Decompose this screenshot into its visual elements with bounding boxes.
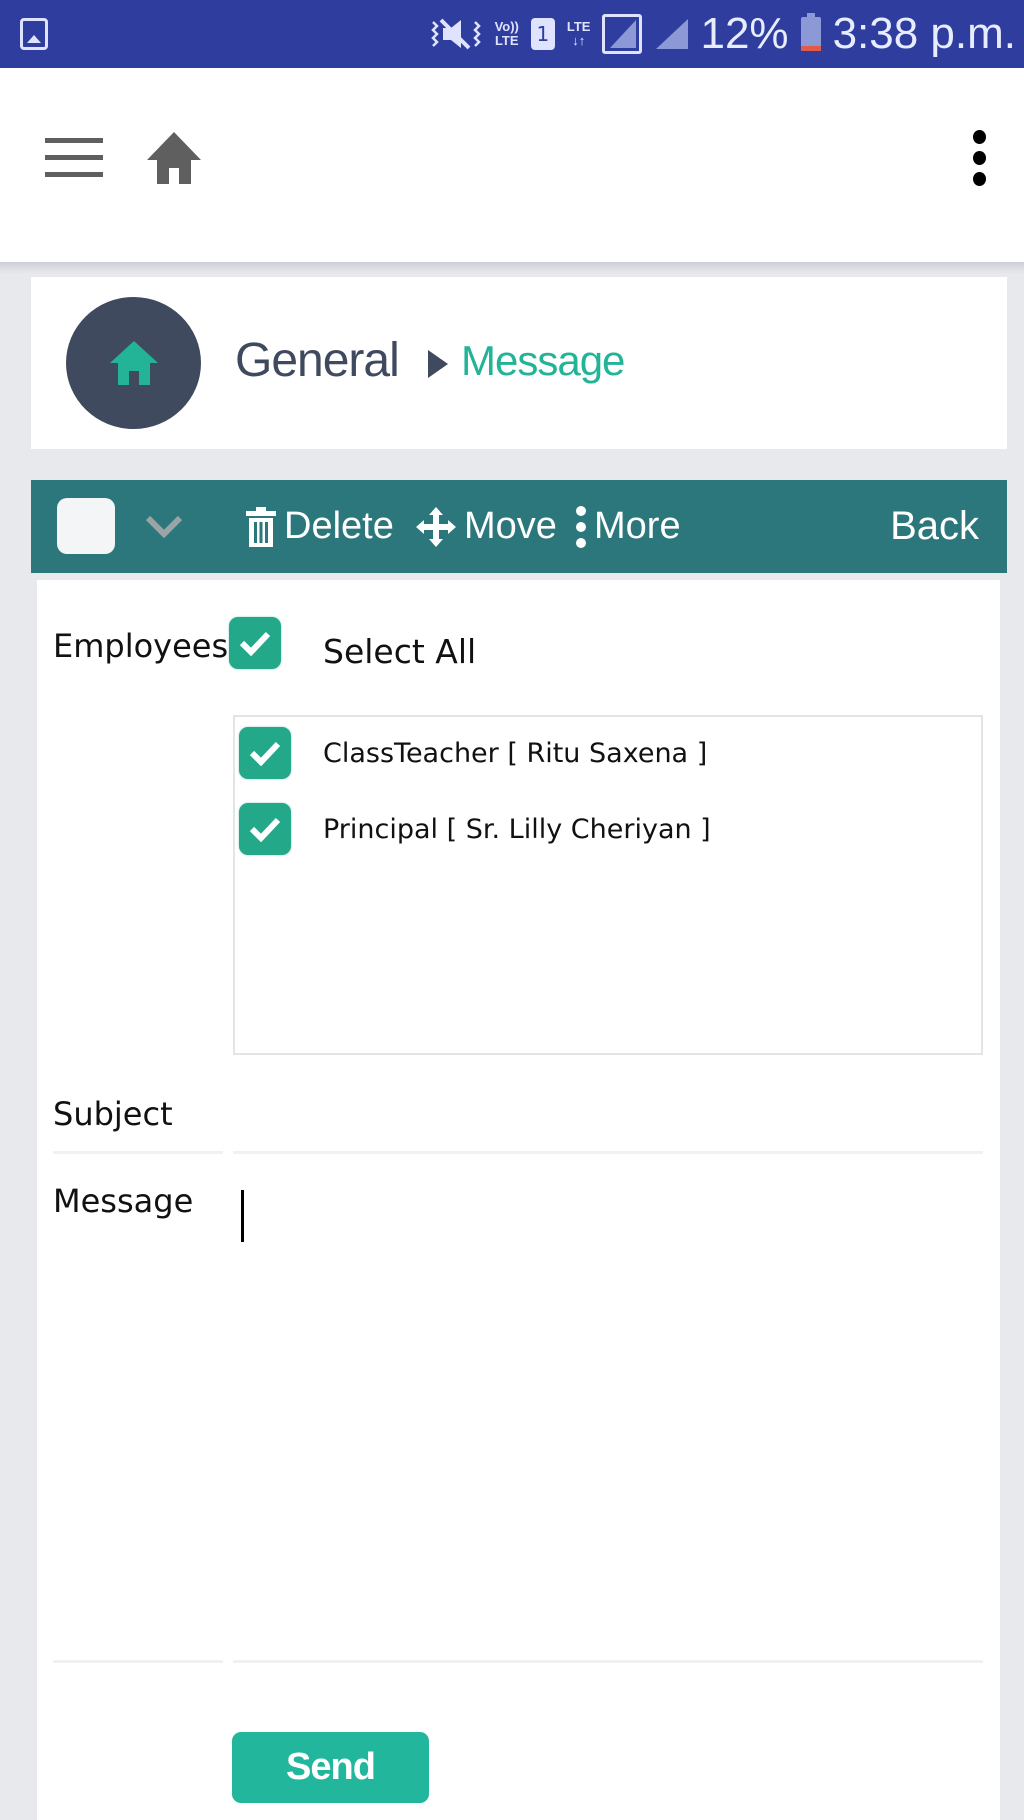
hamburger-icon[interactable] [45,138,103,178]
volte-bottom-label: LTE [494,33,519,48]
lte-label: LTE [566,19,591,34]
app-bar-shadow [0,262,1024,274]
move-label: Move [464,505,557,547]
send-button[interactable]: Send [232,1732,429,1803]
select-all-checkbox[interactable] [229,617,281,669]
back-button[interactable]: Back [890,480,979,573]
divider [233,1660,983,1663]
breadcrumb-home-avatar[interactable] [66,297,201,429]
subject-input[interactable] [233,1073,983,1151]
delete-label: Delete [284,505,394,547]
action-toolbar: Delete Move More Back [31,480,1007,573]
checkmark-icon [249,817,281,842]
vibrate-mute-icon [430,18,481,50]
clock: 3:38 p.m. [832,9,1016,58]
data-arrows-icon: ↓↑ [572,33,586,48]
trash-icon [246,506,276,547]
breadcrumb-root[interactable]: General [235,333,400,388]
checkmark-icon [239,631,271,656]
divider [53,1151,223,1154]
sim-1-icon: 1 [530,18,555,50]
more-label: More [594,505,681,547]
list-item[interactable]: ClassTeacher [ Ritu Saxena ] [235,723,981,783]
triangle-right-icon [428,350,448,378]
volte-top-label: Vo)) [494,19,519,34]
divider [233,1151,983,1154]
signal-sim2-icon [654,19,689,49]
status-bar: Vo)) LTE 1 LTE ↓↑ 12% 3:38 p.m. [0,0,1024,68]
delete-button[interactable]: Delete [246,480,394,573]
home-icon [147,132,201,184]
employee-list: ClassTeacher [ Ritu Saxena ] Principal [… [233,715,983,1055]
breadcrumb: General Message [31,277,1007,449]
more-vert-icon[interactable] [968,128,992,188]
status-icons: Vo)) LTE 1 LTE ↓↑ 12% 3:38 p.m. [429,0,1016,68]
divider [53,1660,223,1663]
select-checkbox[interactable] [57,498,115,554]
move-arrows-icon [416,506,456,547]
employee-checkbox[interactable] [239,727,291,779]
home-icon [109,341,158,385]
checkmark-icon [249,741,281,766]
lte-data-icon: LTE ↓↑ [567,20,591,48]
signal-sim1-icon [602,14,643,54]
back-label: Back [890,504,979,548]
breadcrumb-current: Message [461,337,625,384]
employee-checkbox[interactable] [239,803,291,855]
move-button[interactable]: Move [416,480,557,573]
employees-label: Employees [53,627,229,665]
text-caret [241,1190,244,1242]
volte-icon: Vo)) LTE [495,20,519,48]
message-textarea[interactable] [233,1170,983,1660]
battery-icon [800,13,821,51]
more-vert-icon [576,505,586,548]
employee-name: ClassTeacher [ Ritu Saxena ] [323,737,708,769]
select-all-label[interactable]: Select All [323,632,476,671]
chevron-down-icon[interactable] [146,516,182,538]
list-item[interactable]: Principal [ Sr. Lilly Cheriyan ] [235,799,981,859]
sim-label: 1 [536,22,550,46]
battery-percent: 12% [700,9,789,58]
gallery-notification-icon [20,18,48,50]
employee-name: Principal [ Sr. Lilly Cheriyan ] [323,813,711,845]
subject-label: Subject [53,1095,173,1133]
message-label: Message [53,1182,194,1220]
home-button[interactable] [145,130,203,186]
more-button[interactable]: More [576,480,681,573]
message-form: Employees Select All ClassTeacher [ Ritu… [37,580,1000,1820]
